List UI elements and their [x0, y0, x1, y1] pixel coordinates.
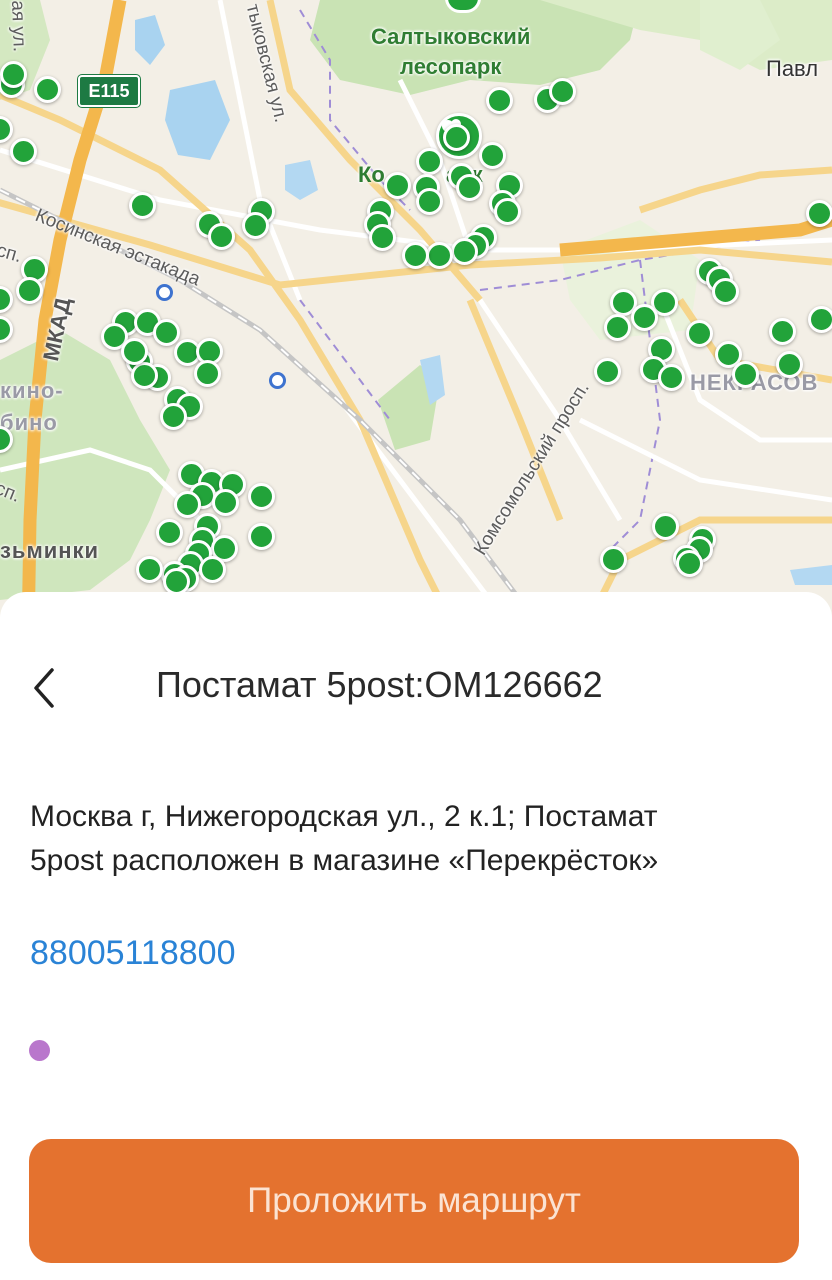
pickup-point-pin[interactable] [156, 519, 183, 546]
pickup-point-pin[interactable] [443, 124, 470, 151]
pickup-point-pin[interactable] [131, 362, 158, 389]
pickup-point-pin[interactable] [402, 242, 429, 269]
pickup-point-pin[interactable] [456, 174, 483, 201]
map-label-zminki: зьминки [0, 538, 100, 563]
pickup-point-pin[interactable] [0, 61, 27, 88]
map-label-kino: кино- [0, 378, 64, 403]
pickup-point-pin[interactable] [174, 491, 201, 518]
pickup-point-pin[interactable] [248, 523, 275, 550]
map-label-ul-top: ая ул. [7, 0, 30, 53]
address-line: Москва г, Нижегородская ул., 2 к.1; Пост… [30, 800, 658, 833]
pickup-point-pin[interactable] [732, 361, 759, 388]
pickup-point-pin[interactable] [631, 304, 658, 331]
pickup-point-pin[interactable] [479, 142, 506, 169]
pickup-point-pin[interactable] [416, 148, 443, 175]
pickup-point-pin[interactable] [34, 76, 61, 103]
address-line: 5post расположен в магазине «Перекрёсток… [30, 844, 659, 877]
pickup-point-pin[interactable] [712, 278, 739, 305]
build-route-button[interactable]: Проложить маршрут [29, 1139, 799, 1263]
pickup-point-pin[interactable] [676, 550, 703, 577]
pickup-point-pin[interactable] [153, 319, 180, 346]
address-text: Москва г, Нижегородская ул., 2 к.1; Пост… [30, 795, 810, 883]
pickup-point-pin[interactable] [194, 360, 221, 387]
pickup-point-pin[interactable] [121, 338, 148, 365]
route-shield-e115: E115 [78, 75, 140, 107]
pickup-point-pin[interactable] [686, 320, 713, 347]
metro-station-icon[interactable] [269, 372, 286, 389]
phone-link[interactable]: 88005118800 [30, 934, 235, 973]
pickup-point-pin[interactable] [776, 351, 803, 378]
pickup-point-pin[interactable] [416, 188, 443, 215]
pickup-point-pin[interactable] [248, 483, 275, 510]
pickup-point-pin[interactable] [451, 238, 478, 265]
pickup-point-pin[interactable] [658, 364, 685, 391]
pickup-point-pin[interactable] [199, 556, 226, 583]
metro-station-icon[interactable] [156, 284, 173, 301]
pickup-point-pin[interactable] [806, 200, 832, 227]
pickup-point-pin[interactable] [129, 192, 156, 219]
pickup-point-pin[interactable] [600, 546, 627, 573]
map-view[interactable]: Салтыковский лесопарк Ко арк Павл Косинс… [0, 0, 832, 640]
back-button[interactable] [26, 660, 62, 716]
page-title: Постамат 5post:OM126662 [156, 664, 603, 705]
pickup-point-pin[interactable] [208, 223, 235, 250]
pickup-point-pin[interactable] [10, 138, 37, 165]
pickup-point-pin[interactable] [486, 87, 513, 114]
pickup-point-pin[interactable] [242, 212, 269, 239]
pickup-point-pin[interactable] [160, 403, 187, 430]
pickup-point-pin[interactable] [136, 556, 163, 583]
pickup-point-pin[interactable] [594, 358, 621, 385]
pickup-point-pin[interactable] [808, 306, 832, 333]
pickup-point-pin[interactable] [494, 198, 521, 225]
pickup-point-pin[interactable] [769, 318, 796, 345]
pickup-point-pin[interactable] [652, 513, 679, 540]
pickup-point-pin[interactable] [212, 489, 239, 516]
pickup-point-pin[interactable] [16, 277, 43, 304]
pickup-point-pin[interactable] [369, 224, 396, 251]
chevron-left-icon [34, 668, 54, 708]
map-label-saltykovsky-park: Салтыковский лесопарк [371, 24, 531, 79]
pickup-point-pin[interactable] [384, 172, 411, 199]
map-label-pavl: Павл [766, 56, 819, 81]
pickup-point-pin[interactable] [426, 242, 453, 269]
pickup-point-pin[interactable] [604, 314, 631, 341]
status-dot [29, 1040, 50, 1061]
pickup-point-pin[interactable] [163, 568, 190, 595]
pickup-point-pin[interactable] [549, 78, 576, 105]
